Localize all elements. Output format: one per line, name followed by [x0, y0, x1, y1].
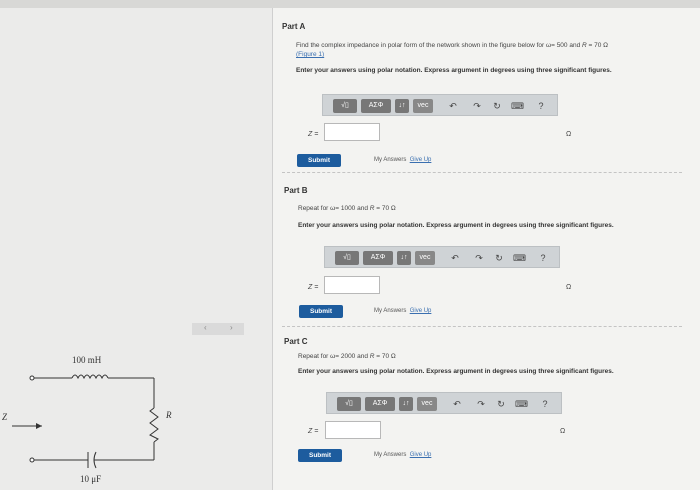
part-b-instruction: Enter your answers using polar notation.… [298, 222, 614, 229]
inductor-label: 100 mH [72, 355, 102, 365]
part-b-answer-links: My Answers Give Up [374, 308, 431, 314]
part-a-instruction: Enter your answers using polar notation.… [296, 67, 612, 74]
sqrt-template-button[interactable]: √▯ [335, 251, 359, 265]
part-c-unit: Ω [560, 428, 566, 435]
resistor-label: R [166, 410, 172, 420]
z-label: Z [2, 412, 8, 422]
figure-nav[interactable]: ‹ › [192, 323, 244, 335]
terminal-bottom [29, 457, 35, 463]
part-b-answer-input[interactable] [324, 276, 380, 294]
undo-icon[interactable]: ↶ [447, 99, 459, 113]
part-c-answer-input[interactable] [325, 421, 381, 439]
sqrt-template-button[interactable]: √▯ [333, 99, 357, 113]
part-a-z-label: Z = [308, 131, 319, 138]
part-c-instruction: Enter your answers using polar notation.… [298, 368, 614, 375]
part-a-answer-input[interactable] [324, 123, 380, 141]
part-a-math-toolbar: √▯ ΑΣΦ ↓↑ vec ↶ ↷ ↻ ⌨ ? [322, 94, 558, 116]
part-b-unit: Ω [566, 284, 572, 291]
undo-icon[interactable]: ↶ [451, 397, 463, 411]
keyboard-icon[interactable]: ⌨ [513, 251, 526, 265]
help-icon[interactable]: ? [535, 99, 547, 113]
part-a-submit-button[interactable]: Submit [297, 154, 341, 167]
part-c-give-up-link[interactable]: Give Up [410, 452, 432, 458]
reset-icon[interactable]: ↻ [491, 99, 503, 113]
part-a-unit: Ω [566, 131, 572, 138]
subscript-button[interactable]: ↓↑ [397, 251, 411, 265]
divider-a [282, 172, 682, 173]
part-b-submit-button[interactable]: Submit [299, 305, 343, 318]
divider-b [282, 326, 682, 327]
redo-icon[interactable]: ↷ [473, 251, 485, 265]
keyboard-icon[interactable]: ⌨ [511, 99, 524, 113]
subscript-button[interactable]: ↓↑ [395, 99, 409, 113]
part-b-prompt: Repeat for ω= 1000 and R = 70 Ω [298, 205, 396, 212]
sqrt-template-button[interactable]: √▯ [337, 397, 361, 411]
figure-link[interactable]: (Figure 1) [296, 51, 324, 58]
undo-icon[interactable]: ↶ [449, 251, 461, 265]
inductor-symbol [71, 374, 109, 380]
vector-button[interactable]: vec [413, 99, 433, 113]
part-b-my-answers-link[interactable]: My Answers [374, 308, 406, 314]
greek-symbols-button[interactable]: ΑΣΦ [363, 251, 393, 265]
part-c-submit-button[interactable]: Submit [298, 449, 342, 462]
prev-figure-button[interactable]: ‹ [204, 323, 207, 332]
keyboard-icon[interactable]: ⌨ [515, 397, 528, 411]
help-icon[interactable]: ? [537, 251, 549, 265]
part-a-prompt: Find the complex impedance in polar form… [296, 42, 609, 49]
vector-button[interactable]: vec [417, 397, 437, 411]
reset-icon[interactable]: ↻ [495, 397, 507, 411]
part-b-give-up-link[interactable]: Give Up [410, 308, 432, 314]
part-b-z-label: Z = [308, 284, 319, 291]
part-a-answer-links: My Answers Give Up [374, 157, 431, 163]
part-c-answer-links: My Answers Give Up [374, 452, 431, 458]
greek-symbols-button[interactable]: ΑΣΦ [361, 99, 391, 113]
part-c-my-answers-link[interactable]: My Answers [374, 452, 406, 458]
part-a-give-up-link[interactable]: Give Up [410, 157, 432, 163]
reset-icon[interactable]: ↻ [493, 251, 505, 265]
part-b-math-toolbar: √▯ ΑΣΦ ↓↑ vec ↶ ↷ ↻ ⌨ ? [324, 246, 560, 268]
redo-icon[interactable]: ↷ [471, 99, 483, 113]
part-a-title: Part A [282, 22, 306, 31]
part-c-math-toolbar: √▯ ΑΣΦ ↓↑ vec ↶ ↷ ↻ ⌨ ? [326, 392, 562, 414]
resistor-symbol [149, 407, 159, 443]
part-a-my-answers-link[interactable]: My Answers [374, 157, 406, 163]
part-b-title: Part B [284, 186, 308, 195]
help-icon[interactable]: ? [539, 397, 551, 411]
vector-button[interactable]: vec [415, 251, 435, 265]
capacitor-label: 10 μF [80, 474, 102, 484]
part-c-title: Part C [284, 337, 308, 346]
terminal-top [29, 375, 35, 381]
next-figure-button[interactable]: › [230, 323, 233, 332]
redo-icon[interactable]: ↷ [475, 397, 487, 411]
part-c-prompt: Repeat for ω= 2000 and R = 70 Ω [298, 353, 396, 360]
part-c-z-label: Z = [308, 428, 319, 435]
top-edge [0, 0, 700, 8]
subscript-button[interactable]: ↓↑ [399, 397, 413, 411]
circuit-figure [12, 374, 159, 469]
figure-panel: 100 mH 10 μF R Z [0, 8, 272, 490]
greek-symbols-button[interactable]: ΑΣΦ [365, 397, 395, 411]
